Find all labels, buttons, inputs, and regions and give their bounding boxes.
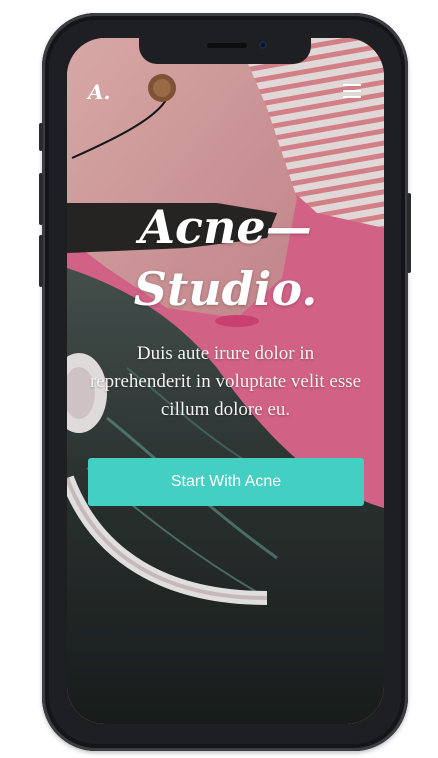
brand-logo[interactable]: A. [88,80,110,104]
speaker-grille [207,43,247,48]
hero-title-line-1: Acne— [139,200,312,254]
hamburger-menu-icon[interactable] [343,84,361,98]
start-with-acne-button[interactable]: Start With Acne [88,458,364,506]
hero-title-line-2: Studio. [133,262,318,316]
hero-title: Acne— Studio. [67,196,384,320]
front-camera [259,41,267,49]
device-notch [139,38,311,64]
hero-subtitle: Duis aute irure dolor in reprehenderit i… [89,343,362,420]
